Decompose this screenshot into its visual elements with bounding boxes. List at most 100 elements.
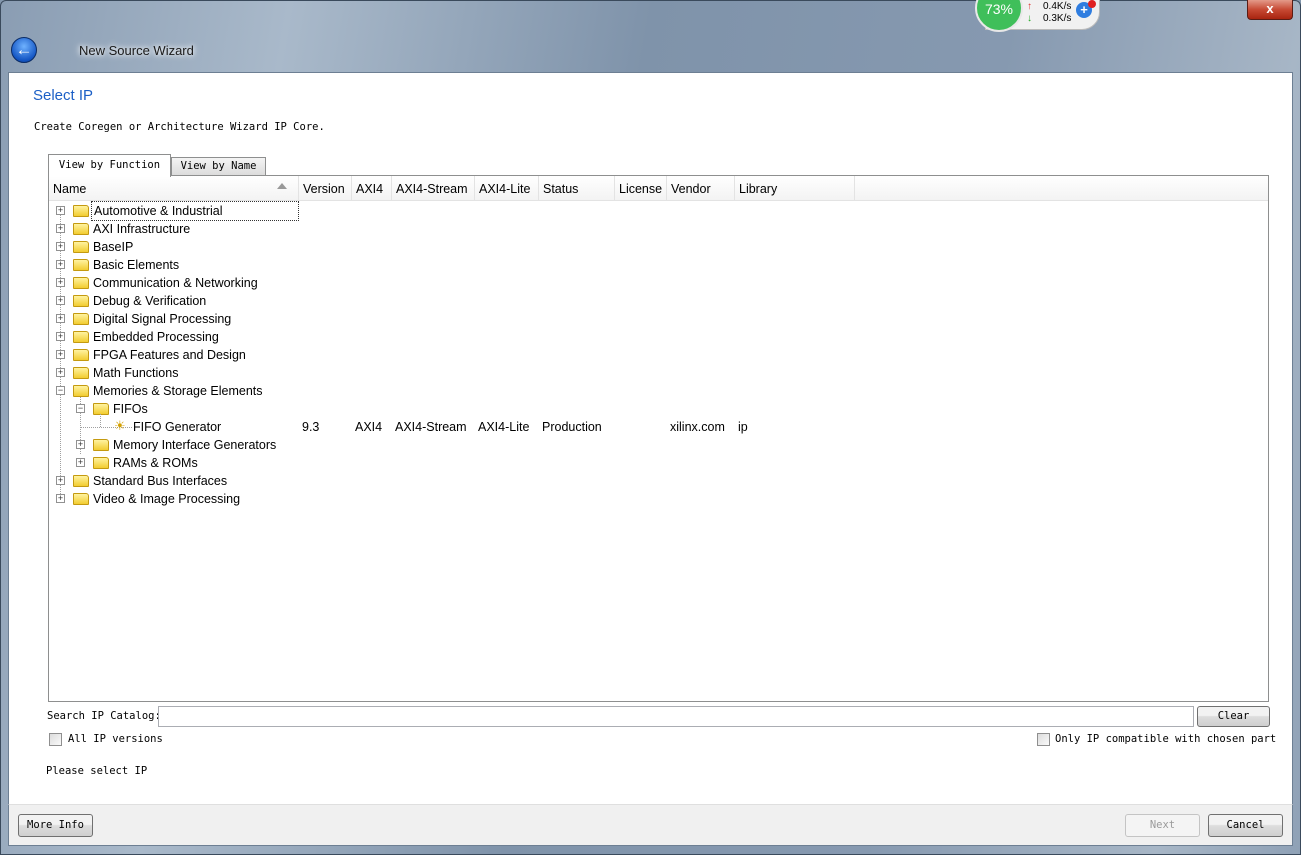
expand-icon[interactable]: + <box>76 440 85 449</box>
column-header-version[interactable]: Version <box>299 176 352 201</box>
tree-item-label: AXI Infrastructure <box>93 222 191 236</box>
column-header-status[interactable]: Status <box>539 176 615 201</box>
download-speed: 0.3K/s <box>1043 13 1072 24</box>
folder-icon <box>73 259 89 271</box>
column-header-axi4-lite[interactable]: AXI4-Lite <box>475 176 539 201</box>
column-header-name[interactable]: Name <box>49 176 299 201</box>
tree-row[interactable]: + RAMs & ROMs <box>49 454 1268 472</box>
tree-row[interactable]: + Memory Interface Generators <box>49 436 1268 454</box>
tree-item-label: BaseIP <box>93 240 134 254</box>
notification-dot <box>1088 0 1096 8</box>
ip-core-bulb-icon: ☀ <box>114 418 126 433</box>
folder-icon <box>73 295 89 307</box>
folder-icon <box>73 475 89 487</box>
page-title: Select IP <box>33 87 94 104</box>
tree-row[interactable]: + Debug & Verification <box>49 292 1268 310</box>
all-ip-versions-checkbox[interactable] <box>49 733 62 746</box>
expand-icon[interactable]: + <box>56 332 65 341</box>
tree-item-label: Communication & Networking <box>93 276 258 290</box>
tree-item-label: Embedded Processing <box>93 330 219 344</box>
column-header-axi4[interactable]: AXI4 <box>352 176 392 201</box>
tab-view-by-function[interactable]: View by Function <box>48 154 171 177</box>
folder-icon <box>73 385 89 397</box>
folder-icon <box>73 493 89 505</box>
cell-axi4: AXI4 <box>355 420 383 434</box>
back-arrow-icon: ← <box>15 40 33 59</box>
compatible-only-label: Only IP compatible with chosen part <box>1055 733 1277 745</box>
more-info-button[interactable]: More Info <box>18 814 93 837</box>
column-header-axi4-stream[interactable]: AXI4-Stream <box>392 176 475 201</box>
tree-item-label: Automotive & Industrial <box>91 201 299 221</box>
folder-icon <box>73 205 89 217</box>
tree-item-label: RAMs & ROMs <box>113 456 198 470</box>
expand-icon[interactable]: + <box>56 350 65 359</box>
upload-arrow-icon: ↑ <box>1027 1 1032 12</box>
expand-icon[interactable]: + <box>56 494 65 503</box>
tree-row[interactable]: + AXI Infrastructure <box>49 220 1268 238</box>
expand-icon[interactable]: + <box>56 242 65 251</box>
tree-row[interactable]: + Math Functions <box>49 364 1268 382</box>
clear-button[interactable]: Clear <box>1197 706 1270 727</box>
tree-row[interactable]: + BaseIP <box>49 238 1268 256</box>
folder-icon <box>73 223 89 235</box>
folder-icon <box>73 277 89 289</box>
tab-view-by-name[interactable]: View by Name <box>171 157 266 176</box>
cell-status: Production <box>542 420 602 434</box>
expand-icon[interactable]: + <box>56 224 65 233</box>
tree-item-label: Standard Bus Interfaces <box>93 474 228 488</box>
download-arrow-icon: ↓ <box>1027 13 1032 24</box>
table-header: Name Version AXI4 AXI4-Stream AXI4-Lite Statu… <box>49 176 1268 201</box>
status-message: Please select IP <box>46 765 148 777</box>
tree-row[interactable]: − FIFOs <box>49 400 1268 418</box>
tree-row[interactable]: + Communication & Networking <box>49 274 1268 292</box>
all-ip-versions-label: All IP versions <box>68 733 163 745</box>
search-input[interactable] <box>158 706 1194 727</box>
expand-icon[interactable]: + <box>56 476 65 485</box>
tree-row[interactable]: − Memories & Storage Elements <box>49 382 1268 400</box>
tree-row[interactable]: + Standard Bus Interfaces <box>49 472 1268 490</box>
column-header-license[interactable]: License <box>615 176 667 201</box>
expand-icon[interactable]: + <box>56 260 65 269</box>
collapse-icon[interactable]: − <box>56 386 65 395</box>
upload-speed: 0.4K/s <box>1043 1 1072 12</box>
cell-axi4-stream: AXI4-Stream <box>395 420 467 434</box>
tree-item-label: Math Functions <box>93 366 179 380</box>
sort-ascending-icon <box>277 183 287 189</box>
ip-tree-table: Name Version AXI4 AXI4-Stream AXI4-Lite Statu… <box>48 175 1269 702</box>
close-button[interactable]: x <box>1247 0 1293 20</box>
folder-icon <box>73 349 89 361</box>
tree-row[interactable]: + Automotive & Industrial <box>49 201 1268 221</box>
tree-row[interactable]: ☀ FIFO Generator 9.3 AXI4 AXI4-Stream AXI4-Li… <box>49 414 1268 436</box>
tree-item-label: Debug & Verification <box>93 294 207 308</box>
expand-icon[interactable]: + <box>56 314 65 323</box>
page-description: Create Coregen or Architecture Wizard IP… <box>34 121 325 133</box>
button-bar <box>8 804 1293 846</box>
tree-item-label: FIFOs <box>113 402 148 416</box>
column-header-library[interactable]: Library <box>735 176 855 201</box>
expand-icon[interactable]: + <box>56 278 65 287</box>
collapse-icon[interactable]: − <box>76 404 85 413</box>
folder-icon <box>73 241 89 253</box>
tree-row[interactable]: + Embedded Processing <box>49 328 1268 346</box>
folder-icon <box>73 331 89 343</box>
expand-icon[interactable]: + <box>56 206 65 215</box>
compatible-only-checkbox[interactable] <box>1037 733 1050 746</box>
tree-item-label: Digital Signal Processing <box>93 312 232 326</box>
tree-row[interactable]: + FPGA Features and Design <box>49 346 1268 364</box>
folder-icon <box>73 367 89 379</box>
cell-version: 9.3 <box>302 420 320 434</box>
back-button[interactable]: ← <box>11 37 37 63</box>
tree-item-label: Video & Image Processing <box>93 492 241 506</box>
next-button[interactable]: Next <box>1125 814 1200 837</box>
tree-row[interactable]: + Digital Signal Processing <box>49 310 1268 328</box>
folder-icon <box>93 439 109 451</box>
tree-row[interactable]: + Video & Image Processing <box>49 490 1268 508</box>
tree-row[interactable]: + Basic Elements <box>49 256 1268 274</box>
expand-icon[interactable]: + <box>56 296 65 305</box>
cell-axi4-lite: AXI4-Lite <box>478 420 530 434</box>
cancel-button[interactable]: Cancel <box>1208 814 1283 837</box>
expand-icon[interactable]: + <box>56 368 65 377</box>
tree-item-label: Basic Elements <box>93 258 180 272</box>
column-header-vendor[interactable]: Vendor <box>667 176 735 201</box>
expand-icon[interactable]: + <box>76 458 85 467</box>
